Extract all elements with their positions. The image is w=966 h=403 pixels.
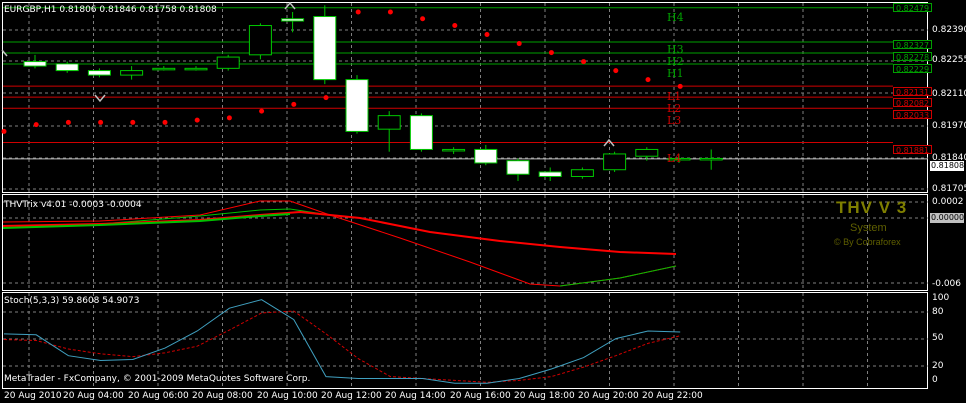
stoch-tick: 0 — [932, 375, 938, 385]
signal-dot — [98, 119, 104, 125]
signal-dot — [1, 128, 7, 134]
stoch-tick: 20 — [932, 361, 944, 371]
level-price-l1: 0.82131 — [893, 87, 933, 97]
signal-dot — [387, 9, 393, 15]
signal-dot — [420, 16, 426, 22]
level-price-h1: 0.82229 — [893, 64, 933, 74]
candle-body — [281, 18, 305, 22]
level-price-h4: 0.82479 — [893, 3, 933, 13]
candle-body — [635, 148, 659, 157]
candle-body — [474, 148, 498, 164]
level-price-h2: 0.82278 — [893, 52, 933, 62]
time-tick: 20 Aug 2010 — [4, 391, 62, 401]
stoch-tick: 80 — [932, 307, 944, 317]
candle-body — [506, 160, 530, 175]
trix-zero-box: 0.00000 — [930, 213, 965, 223]
level-tag-l1: L1 — [667, 90, 682, 103]
candle-body — [409, 115, 433, 150]
time-tick: 20 Aug 08:00 — [192, 391, 253, 401]
time-tick: 20 Aug 16:00 — [450, 391, 511, 401]
candle-body — [345, 79, 369, 132]
signal-dot — [484, 32, 490, 38]
copyright-text: MetaTrader - FxCompany, © 2001-2009 Meta… — [4, 374, 311, 384]
thv-system-label: System — [850, 222, 887, 234]
current-price-box: 0.81808 — [930, 161, 965, 171]
stoch-signal-line — [3, 310, 681, 383]
signal-dot — [548, 50, 554, 56]
signal-dot — [130, 119, 136, 125]
time-tick: 20 Aug 04:00 — [63, 391, 124, 401]
candle-body — [87, 70, 111, 76]
signal-dot — [194, 117, 200, 123]
candle-body — [248, 25, 272, 56]
price-tick: 0.82390 — [932, 25, 966, 35]
level-tag-l4: L4 — [667, 152, 682, 165]
signal-dot — [355, 9, 361, 15]
signal-dot — [516, 41, 522, 47]
signal-dot — [613, 68, 619, 74]
signal-dot — [226, 115, 232, 121]
signal-dot — [452, 23, 458, 29]
trix-header: THVTrix v4.01 -0.0003 -0.0004 — [4, 200, 142, 210]
chart-canvas[interactable] — [0, 0, 966, 403]
candle-body — [152, 67, 176, 71]
stoch-tick: 100 — [932, 293, 950, 303]
level-price-l2: 0.82082 — [893, 98, 933, 108]
signal-dot — [323, 95, 329, 101]
time-tick: 20 Aug 12:00 — [321, 391, 382, 401]
fractal-down-arrow — [94, 94, 106, 103]
level-tag-h2: H2 — [667, 55, 684, 68]
time-tick: 20 Aug 18:00 — [514, 391, 575, 401]
level-tag-h4: H4 — [667, 11, 684, 24]
candle-body — [442, 148, 466, 152]
level-price-l4: 0.81881 — [893, 145, 933, 155]
signal-dot — [581, 59, 587, 65]
candle-body — [313, 16, 337, 81]
time-tick: 20 Aug 20:00 — [578, 391, 639, 401]
main-chart-header: EURGBP,H1 0.81806 0.81846 0.81758 0.8180… — [4, 5, 217, 15]
level-tag-l2: L2 — [667, 102, 682, 115]
time-tick: 20 Aug 06:00 — [128, 391, 189, 401]
signal-dot — [259, 108, 265, 114]
metatrader-chart-window[interactable]: EURGBP,H1 0.81806 0.81846 0.81758 0.8180… — [0, 0, 966, 403]
signal-dot — [677, 83, 683, 89]
trix-tick: -0.006 — [932, 279, 962, 289]
candle-body — [377, 115, 401, 130]
candle-body — [184, 67, 208, 71]
signal-dot — [162, 119, 168, 125]
time-tick: 20 Aug 22:00 — [642, 391, 703, 401]
candle-body — [120, 70, 144, 76]
signal-dot — [65, 119, 71, 125]
trix-line-slow — [2, 200, 677, 287]
candle-body — [538, 171, 562, 177]
level-tag-l3: L3 — [667, 114, 682, 127]
signal-dot — [645, 77, 651, 83]
level-tag-h3: H3 — [667, 43, 684, 56]
level-price-l3: 0.82033 — [893, 110, 933, 120]
time-tick: 20 Aug 10:00 — [257, 391, 318, 401]
candle-body — [216, 56, 240, 69]
trix-tick: 0.0002 — [932, 197, 964, 207]
candle-body — [23, 61, 47, 67]
thv-credit: © By Cobraforex — [834, 237, 901, 247]
stoch-tick: 50 — [932, 333, 944, 343]
trix-line-fast-rising — [2, 213, 291, 229]
level-price-h3: 0.82327 — [893, 40, 933, 50]
time-tick: 20 Aug 14:00 — [385, 391, 446, 401]
price-tick: 0.81970 — [932, 121, 966, 131]
price-tick: 0.82255 — [932, 55, 966, 65]
candle-body — [570, 169, 594, 177]
signal-dot — [33, 122, 39, 128]
candle-body — [699, 157, 723, 161]
signal-dot — [291, 101, 297, 107]
stoch-header: Stoch(5,3,3) 59.8608 54.9073 — [4, 296, 140, 306]
thv-title: THV V 3 — [836, 198, 908, 217]
level-tag-h1: H1 — [667, 67, 684, 80]
price-tick: 0.81705 — [932, 184, 966, 194]
candle-body — [55, 63, 79, 72]
candle-body — [603, 153, 627, 171]
price-tick: 0.82110 — [932, 89, 966, 99]
